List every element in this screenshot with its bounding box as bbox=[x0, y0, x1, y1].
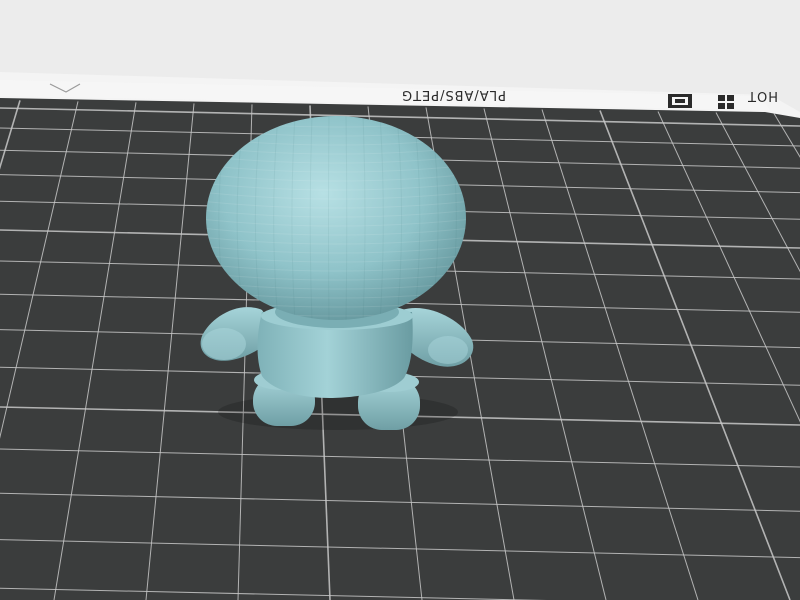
bed-material-label: PLA/ABS/PETG bbox=[401, 87, 506, 102]
scene-canvas[interactable]: PLA/ABS/PETG HOT bbox=[0, 0, 800, 600]
3d-viewport[interactable]: PLA/ABS/PETG HOT bbox=[0, 0, 800, 600]
printer-logo-icon bbox=[668, 94, 692, 108]
bed-side-label: HOT bbox=[747, 88, 778, 103]
head-facet-meridian bbox=[327, 116, 330, 320]
